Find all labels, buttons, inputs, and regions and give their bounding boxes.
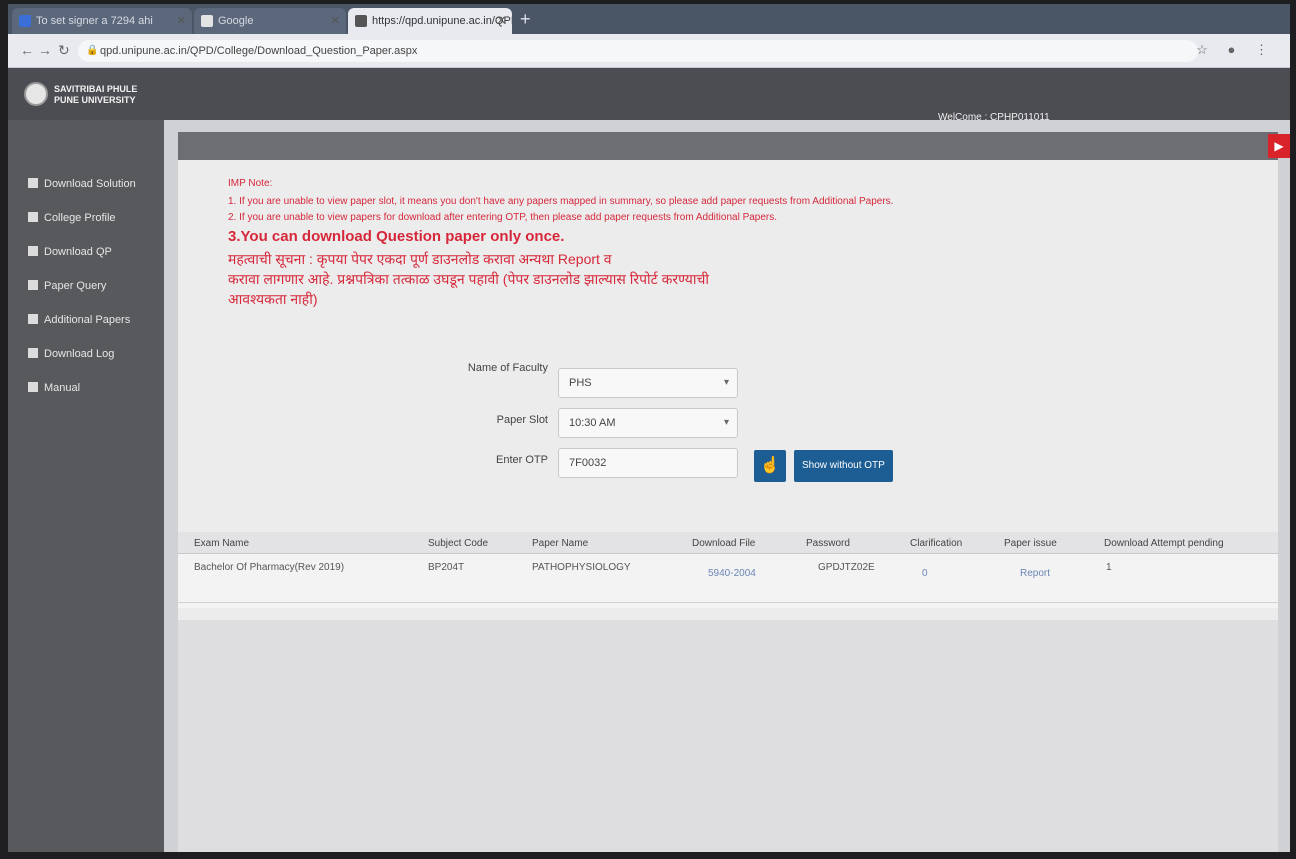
otp-label: Enter OTP: [496, 454, 548, 466]
forward-icon[interactable]: →: [38, 42, 52, 58]
col-paper-name: Paper Name: [532, 538, 589, 549]
panel-header: [178, 132, 1278, 160]
col-exam-name: Exam Name: [194, 538, 250, 549]
notice-heading: IMP Note:: [228, 178, 273, 189]
paper-slot-selected-value: 10:30 AM: [569, 417, 616, 429]
cell-subject-code: BP204T: [428, 562, 465, 573]
close-icon[interactable]: ✕: [497, 8, 506, 34]
notice-line-2: 2. If you are unable to view papers for …: [228, 212, 778, 223]
question-paper-table: Exam Name Subject Code Paper Name Downlo…: [178, 532, 1278, 608]
sidebar-item-download-solution[interactable]: Download Solution: [28, 174, 136, 194]
logout-button[interactable]: ▶: [1268, 134, 1290, 158]
browser-tab-2[interactable]: Google ✕: [194, 8, 346, 34]
new-tab-button[interactable]: +: [520, 9, 531, 30]
sidebar-item-paper-query[interactable]: Paper Query: [28, 276, 106, 296]
tab-label: Google: [218, 15, 254, 27]
faculty-label: Name of Faculty: [467, 362, 548, 374]
faculty-select[interactable]: PHS ▾: [558, 368, 738, 398]
logo-line-2: PUNE UNIVERSITY: [54, 95, 136, 105]
monitor-frame: To set signer a 7294 ahi ✕ Google ✕ http…: [0, 0, 1296, 859]
browser-tab-1[interactable]: To set signer a 7294 ahi ✕: [12, 8, 192, 34]
notice-hindi-3: आवश्यकता नाही): [228, 291, 318, 307]
col-password: Password: [806, 538, 850, 549]
notice-line-3: 3.You can download Question paper only o…: [228, 228, 565, 245]
show-without-otp-button[interactable]: Show without OTP: [794, 450, 893, 482]
cell-exam-name: Bachelor Of Pharmacy(Rev 2019): [194, 562, 345, 573]
tab-favicon-icon: [355, 15, 367, 27]
lower-blank-area: [178, 620, 1278, 852]
close-icon[interactable]: ✕: [177, 8, 186, 34]
col-subject-code: Subject Code: [428, 538, 489, 549]
grid-icon: [28, 314, 38, 324]
cell-paper-name: PATHOPHYSIOLOGY: [532, 562, 631, 573]
paper-slot-label: Paper Slot: [496, 414, 548, 426]
clarification-link[interactable]: 0: [922, 568, 928, 579]
power-icon: ▶: [1274, 139, 1284, 153]
tab-favicon-icon: [201, 15, 213, 27]
col-clarification: Clarification: [910, 538, 963, 549]
grid-icon: [28, 212, 38, 222]
row-divider: [178, 602, 1278, 603]
sidebar-item-college-profile[interactable]: College Profile: [28, 208, 116, 228]
grid-icon: [28, 382, 38, 392]
back-icon[interactable]: ←: [20, 42, 34, 58]
sidebar-item-manual[interactable]: Manual: [28, 378, 80, 398]
paper-slot-select[interactable]: 10:30 AM ▾: [558, 408, 738, 438]
app-window: SAVITRIBAI PHULE PUNE UNIVERSITY Downloa…: [8, 68, 1290, 852]
otp-value: 7F0032: [569, 457, 607, 469]
sidebar-item-download-log[interactable]: Download Log: [28, 344, 114, 364]
report-link[interactable]: Report: [1020, 568, 1050, 579]
sidebar-item-label: Manual: [44, 382, 81, 394]
university-logo: SAVITRIBAI PHULE PUNE UNIVERSITY: [24, 78, 144, 110]
faculty-selected-value: PHS: [569, 377, 592, 389]
url-field[interactable]: 🔒 qpd.unipune.ac.in/QPD/College/Download…: [78, 40, 1198, 62]
url-text: qpd.unipune.ac.in/QPD/College/Download_Q…: [100, 45, 418, 57]
reload-icon[interactable]: ↻: [58, 42, 70, 59]
col-paper-issue: Paper issue: [1004, 538, 1057, 549]
notice-hindi-1: महत्वाची सूचना : कृपया पेपर एकदा पूर्ण ड…: [228, 251, 612, 267]
tab-favicon-icon: [19, 15, 31, 27]
close-icon[interactable]: ✕: [331, 8, 340, 34]
browser-tab-3[interactable]: https://qpd.unipune.ac.in/QPD/ ✕: [348, 8, 512, 34]
sidebar-item-label: Paper Query: [44, 280, 107, 292]
sidebar-item-label: Download Solution: [44, 178, 136, 190]
lock-icon: 🔒: [86, 45, 99, 56]
chevron-down-icon: ▾: [723, 377, 729, 388]
logo-line-1: SAVITRIBAI PHULE: [54, 84, 138, 94]
otp-input[interactable]: 7F0032: [558, 448, 738, 478]
grid-icon: [28, 178, 38, 188]
welcome-text: WelCome : CPHP011011: [938, 112, 1050, 123]
sidebar-item-label: Download QP: [44, 246, 112, 258]
address-bar: ← → ↻ 🔒 qpd.unipune.ac.in/QPD/College/Do…: [8, 34, 1290, 68]
table-header: Exam Name Subject Code Paper Name Downlo…: [178, 532, 1278, 554]
app-header: SAVITRIBAI PHULE PUNE UNIVERSITY: [8, 68, 1290, 120]
seal-icon: [24, 82, 48, 106]
sidebar-item-label: College Profile: [44, 212, 116, 224]
submit-otp-button[interactable]: ☝: [754, 450, 786, 482]
download-file-link[interactable]: 5940-2004: [708, 568, 756, 579]
main-content: IMP Note: 1. If you are unable to view p…: [164, 120, 1290, 852]
col-download-file: Download File: [692, 538, 756, 549]
chevron-down-icon: ▾: [723, 417, 729, 428]
grid-icon: [28, 348, 38, 358]
grid-icon: [28, 246, 38, 256]
cell-password: GPDJTZ02E: [818, 562, 875, 573]
notice-hindi-2: करावा लागणार आहे. प्रश्नपत्रिका तत्काळ उ…: [228, 271, 710, 287]
browser-tab-bar: To set signer a 7294 ahi ✕ Google ✕ http…: [8, 4, 1290, 34]
sidebar-item-label: Additional Papers: [44, 314, 131, 326]
extensions-icon[interactable]: ☆ ● ⋮: [1196, 42, 1276, 58]
grid-icon: [28, 280, 38, 290]
sidebar-item-download-qp[interactable]: Download QP: [28, 242, 112, 262]
sidebar-item-additional-papers[interactable]: Additional Papers: [28, 310, 130, 330]
tab-label: To set signer a 7294 ahi: [36, 15, 153, 27]
notice-line-1: 1. If you are unable to view paper slot,…: [228, 196, 894, 207]
screen: To set signer a 7294 ahi ✕ Google ✕ http…: [8, 4, 1290, 852]
col-download-attempt: Download Attempt pending: [1104, 538, 1224, 549]
tab-label: https://qpd.unipune.ac.in/QPD/: [372, 15, 512, 27]
sidebar-item-label: Download Log: [44, 348, 115, 360]
cell-attempt-pending: 1: [1106, 562, 1112, 573]
hand-pointer-icon: ☝: [760, 457, 780, 474]
sidebar: Download Solution College Profile Downlo…: [8, 120, 164, 852]
